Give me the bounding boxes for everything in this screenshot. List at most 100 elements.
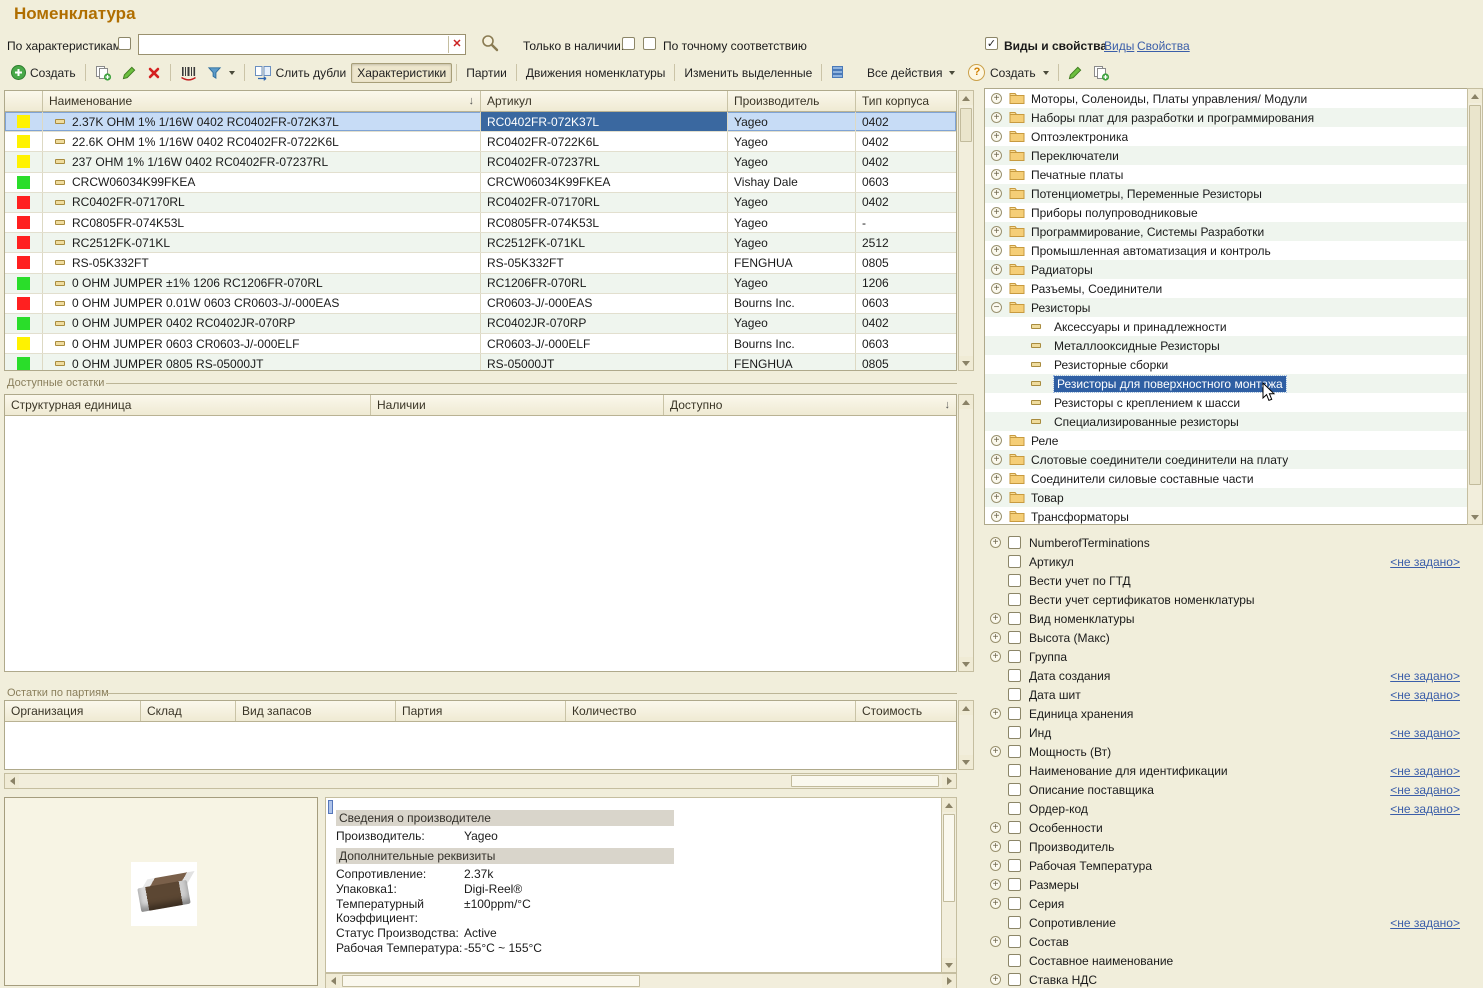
tree-create-button[interactable]: Создать xyxy=(985,64,1054,82)
property-row[interactable]: +Размеры xyxy=(984,875,1483,894)
scroll-right-arrow[interactable] xyxy=(942,774,956,788)
tree-item[interactable]: Резисторы для поверхностного монтажа xyxy=(985,374,1482,393)
search-input[interactable] xyxy=(139,36,448,53)
scroll-left-arrow[interactable] xyxy=(326,974,340,988)
tree-item[interactable]: +Товар xyxy=(985,488,1482,507)
scroll-thumb[interactable] xyxy=(342,975,640,987)
property-row[interactable]: Сопротивление<не задано> xyxy=(984,913,1483,932)
details-hscrollbar[interactable] xyxy=(325,973,957,988)
expand-icon[interactable]: + xyxy=(991,245,1002,256)
property-checkbox[interactable] xyxy=(1008,612,1021,625)
property-checkbox[interactable] xyxy=(1008,859,1021,872)
tree-item[interactable]: +Переключатели xyxy=(985,146,1482,165)
property-row[interactable]: +Группа xyxy=(984,647,1483,666)
expand-icon[interactable]: + xyxy=(991,226,1002,237)
property-row[interactable]: +Серия xyxy=(984,894,1483,913)
property-row[interactable]: Вести учет сертификатов номенклатуры xyxy=(984,590,1483,609)
property-row[interactable]: Описание поставщика<не задано> xyxy=(984,780,1483,799)
property-checkbox[interactable] xyxy=(1008,783,1021,796)
property-checkbox[interactable] xyxy=(1008,821,1021,834)
tree-edit-button[interactable] xyxy=(1063,63,1088,82)
property-checkbox[interactable] xyxy=(1008,631,1021,644)
table-row[interactable]: RC2512FK-071KLRC2512FK-071KLYageo2512 xyxy=(5,233,956,253)
table-row[interactable]: 237 OHM 1% 1/16W 0402 RC0402FR-07237RLRC… xyxy=(5,152,956,172)
property-checkbox[interactable] xyxy=(1008,593,1021,606)
expand-icon[interactable]: + xyxy=(991,169,1002,180)
tree-item[interactable]: +Оптоэлектроника xyxy=(985,127,1482,146)
table-row[interactable]: CRCW06034K99FKEACRCW06034K99FKEAVishay D… xyxy=(5,173,956,193)
property-checkbox[interactable] xyxy=(1008,764,1021,777)
expand-icon[interactable]: + xyxy=(990,651,1001,662)
scroll-down-arrow[interactable] xyxy=(959,356,973,370)
all-actions-button[interactable]: Все действия xyxy=(862,64,960,82)
nomenclature-column-header[interactable] xyxy=(5,91,43,111)
batch-stock-column-header[interactable]: Стоимость xyxy=(856,701,956,721)
copy-button[interactable] xyxy=(90,63,117,83)
property-checkbox[interactable] xyxy=(1008,802,1021,815)
tree-item[interactable]: +Печатные платы xyxy=(985,165,1482,184)
batches-button[interactable]: Партии xyxy=(461,64,512,82)
table-row[interactable]: 0 OHM JUMPER 0805 RS-05000JTRS-05000JTFE… xyxy=(5,354,956,371)
not-set-link[interactable]: <не задано> xyxy=(1390,555,1460,569)
search-icon[interactable] xyxy=(481,34,499,52)
batch-stock-column-header[interactable]: Склад xyxy=(141,701,236,721)
expand-icon[interactable]: + xyxy=(990,613,1001,624)
available-stock-column-header[interactable]: Наличии xyxy=(371,395,664,415)
property-checkbox[interactable] xyxy=(1008,954,1021,967)
property-row[interactable]: +Производитель xyxy=(984,837,1483,856)
scroll-down-arrow[interactable] xyxy=(1468,510,1482,524)
property-checkbox[interactable] xyxy=(1008,897,1021,910)
not-set-link[interactable]: <не задано> xyxy=(1390,688,1460,702)
expand-icon[interactable]: + xyxy=(991,454,1002,465)
nomenclature-column-header[interactable]: Артикул xyxy=(481,91,728,111)
scroll-thumb[interactable] xyxy=(1469,105,1481,485)
delete-button[interactable] xyxy=(142,64,166,82)
property-row[interactable]: Дата создания<не задано> xyxy=(984,666,1483,685)
property-checkbox[interactable] xyxy=(1008,688,1021,701)
expand-icon[interactable]: + xyxy=(990,841,1001,852)
tree-item[interactable]: +Слотовые соединители соединители на пла… xyxy=(985,450,1482,469)
edit-selected-button[interactable]: Изменить выделенные xyxy=(679,64,817,82)
property-checkbox[interactable] xyxy=(1008,574,1021,587)
table-row[interactable]: RC0402FR-07170RLRC0402FR-07170RLYageo040… xyxy=(5,193,956,213)
expand-icon[interactable]: + xyxy=(990,708,1001,719)
not-set-link[interactable]: <не задано> xyxy=(1390,726,1460,740)
property-checkbox[interactable] xyxy=(1008,916,1021,929)
exact-match-checkbox[interactable] xyxy=(643,37,656,50)
expand-icon[interactable]: + xyxy=(991,93,1002,104)
table-row[interactable]: 0 OHM JUMPER 0402 RC0402JR-070RPRC0402JR… xyxy=(5,314,956,334)
property-row[interactable]: +NumberofTerminations xyxy=(984,533,1483,552)
scroll-down-arrow[interactable] xyxy=(959,657,973,671)
scroll-up-arrow[interactable] xyxy=(959,701,973,715)
tree-item[interactable]: Аксессуары и принадлежности xyxy=(985,317,1482,336)
tree-item[interactable]: +Разъемы, Соединители xyxy=(985,279,1482,298)
tree-item[interactable]: Резисторные сборки xyxy=(985,355,1482,374)
tree-vscrollbar[interactable] xyxy=(1467,88,1483,525)
batch-stock-hscrollbar[interactable] xyxy=(4,773,957,789)
available-stock-vscrollbar[interactable] xyxy=(958,394,974,672)
property-checkbox[interactable] xyxy=(1008,669,1021,682)
property-checkbox[interactable] xyxy=(1008,745,1021,758)
list-settings-button[interactable] xyxy=(826,63,849,82)
tree-item[interactable]: +Потенциометры, Переменные Резисторы xyxy=(985,184,1482,203)
property-checkbox[interactable] xyxy=(1008,973,1021,986)
expand-icon[interactable]: + xyxy=(991,112,1002,123)
property-row[interactable]: +Ставка НДС xyxy=(984,970,1483,988)
edit-button[interactable] xyxy=(117,63,142,82)
merge-duplicates-button[interactable]: Слить дубли xyxy=(249,63,352,83)
property-row[interactable]: Артикул<не задано> xyxy=(984,552,1483,571)
batch-stock-column-header[interactable]: Количество xyxy=(566,701,856,721)
expand-icon[interactable]: + xyxy=(991,150,1002,161)
property-row[interactable]: +Мощность (Вт) xyxy=(984,742,1483,761)
scroll-up-arrow[interactable] xyxy=(959,91,973,105)
expand-icon[interactable]: + xyxy=(991,283,1002,294)
property-row[interactable]: +Вид номенклатуры xyxy=(984,609,1483,628)
property-row[interactable]: +Рабочая Температура xyxy=(984,856,1483,875)
expand-icon[interactable]: + xyxy=(990,632,1001,643)
tree-item[interactable]: +Соединители силовые составные части xyxy=(985,469,1482,488)
tree-item[interactable]: Металлооксидные Резисторы xyxy=(985,336,1482,355)
expand-icon[interactable]: + xyxy=(990,860,1001,871)
property-checkbox[interactable] xyxy=(1008,650,1021,663)
tree-item[interactable]: +Трансформаторы xyxy=(985,507,1482,525)
table-row[interactable]: 2.37K OHM 1% 1/16W 0402 RC0402FR-072K37L… xyxy=(5,112,956,132)
